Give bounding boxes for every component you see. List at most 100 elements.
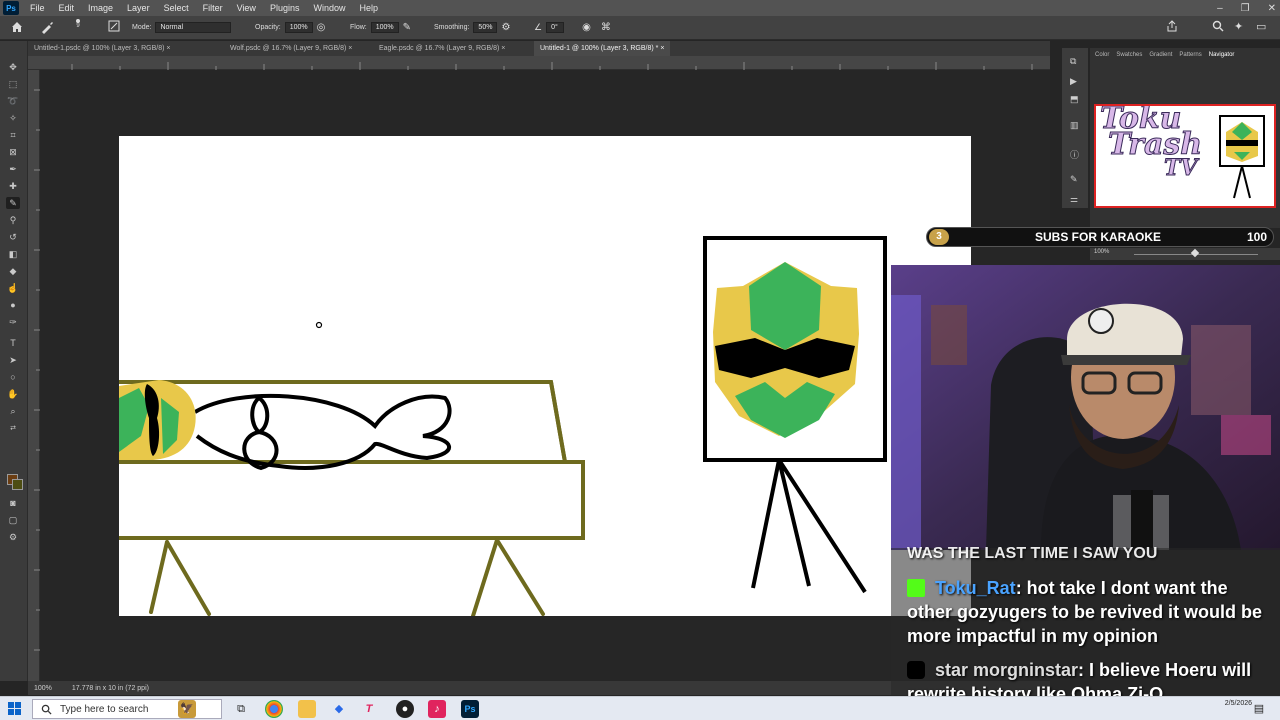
background-color-swatch[interactable] [12, 479, 23, 490]
brush-settings-icon[interactable] [108, 20, 120, 32]
screen-mode-icon[interactable]: ▢ [6, 514, 20, 526]
flow-input[interactable]: 100% [370, 22, 399, 33]
mode-select[interactable]: Normal [155, 22, 232, 33]
menu-edit[interactable]: Edit [52, 3, 82, 13]
eraser-tool-icon[interactable]: ◧ [6, 248, 20, 260]
brush-size-picker[interactable]: 9 [76, 19, 80, 29]
type-tool-icon[interactable]: T [6, 337, 20, 349]
smudge-tool-icon[interactable]: ☝ [6, 282, 20, 294]
opacity-input[interactable]: 100% [284, 22, 313, 33]
share-icon[interactable] [1166, 20, 1178, 32]
home-icon[interactable] [10, 20, 24, 34]
history-brush-tool-icon[interactable]: ↺ [6, 231, 20, 243]
menu-select[interactable]: Select [157, 3, 196, 13]
windows-taskbar: Type here to search 🦅 ⧉ ◆ T ● ♪ Ps 2/5/2… [0, 696, 1280, 720]
navigator-preview[interactable]: Toku Trash TV [1094, 104, 1276, 208]
brush-size-value: 9 [76, 23, 80, 29]
edit-toolbar-icon[interactable]: ⚙ [6, 531, 20, 543]
zoom-tool-icon[interactable]: ⌕ [6, 405, 20, 417]
opacity-pressure-icon[interactable]: ◎ [317, 22, 326, 33]
frame-tool-icon[interactable]: ⊠ [6, 146, 20, 158]
tab-gradient[interactable]: Gradient [1149, 52, 1172, 62]
pressure-size-icon[interactable]: ◉ [582, 22, 591, 33]
photoshop-taskbar-icon[interactable]: Ps [461, 700, 479, 718]
menu-file[interactable]: File [23, 3, 52, 13]
tab-untitled-1-psdc[interactable]: Untitled-1.psdc @ 100% (Layer 3, RGB/8) … [28, 41, 176, 56]
close-button[interactable]: ✕ [1268, 3, 1276, 14]
task-view-icon[interactable]: ⧉ [232, 700, 250, 718]
tab-swatches[interactable]: Swatches [1116, 52, 1142, 62]
chrome-icon[interactable] [265, 700, 283, 718]
clone-stamp-tool-icon[interactable]: ⚲ [6, 214, 20, 226]
menu-layer[interactable]: Layer [120, 3, 157, 13]
menu-plugins[interactable]: Plugins [263, 3, 307, 13]
dodge-tool-icon[interactable]: ● [6, 299, 20, 311]
document-size: 17.778 in x 10 in (72 ppi) [71, 684, 149, 692]
search-placeholder: Type here to search [60, 703, 149, 715]
smoothing-gear-icon[interactable]: ⚙ [501, 22, 510, 33]
brush-settings-panel-icon[interactable]: ✎ [1070, 174, 1078, 185]
discover-icon[interactable]: ✦ [1234, 20, 1243, 33]
brush-tool-preset-icon[interactable] [40, 20, 54, 34]
tab-color[interactable]: Color [1095, 52, 1109, 62]
subs-goal-bar: 3 SUBS FOR KARAOKE 100 [926, 227, 1274, 247]
smoothing-input[interactable]: 50% [473, 22, 498, 33]
actions-play-icon[interactable]: ▶ [1070, 76, 1077, 87]
restore-button[interactable]: ❐ [1241, 3, 1250, 14]
window-controls: – ❐ ✕ [1217, 0, 1276, 16]
tab-patterns[interactable]: Patterns [1179, 52, 1201, 62]
menu-window[interactable]: Window [306, 3, 352, 13]
stamp-panel-icon[interactable]: ⬒ [1070, 94, 1079, 105]
info-panel-icon[interactable]: ⓘ [1070, 148, 1079, 161]
file-explorer-icon[interactable] [298, 700, 316, 718]
zoom-level[interactable]: 100% [34, 685, 52, 692]
menu-view[interactable]: View [230, 3, 263, 13]
pen-tool-icon[interactable]: ✑ [6, 316, 20, 328]
paint-bucket-tool-icon[interactable]: ◆ [6, 265, 20, 277]
tab-untitled-1-active[interactable]: Untitled-1 @ 100% (Layer 3, RGB/8) * × [534, 41, 671, 56]
obs-icon[interactable]: ● [396, 700, 414, 718]
tiktok-live-icon[interactable]: ♪ [428, 700, 446, 718]
document-canvas[interactable] [119, 136, 971, 616]
notifications-icon[interactable]: ▤ [1250, 700, 1268, 718]
search-highlight-icon[interactable]: 🦅 [178, 700, 196, 718]
chat-username: Toku_Rat [935, 578, 1016, 598]
tab-eagle[interactable]: Eagle.psdc @ 16.7% (Layer 9, RGB/8) × [373, 41, 511, 56]
navigator-mask-thumb [1219, 115, 1265, 199]
swap-colors-icon[interactable]: ⇄ [6, 423, 20, 435]
workspace-icon[interactable]: ▭ [1256, 20, 1266, 33]
streaming-app-icon[interactable]: ◆ [330, 700, 348, 718]
brush-tool-icon[interactable]: ✎ [6, 197, 20, 209]
navigator-zoom-bar: 100% [1090, 248, 1280, 260]
move-tool-icon[interactable]: ✥ [6, 61, 20, 73]
system-clock[interactable]: 2/5/2026 [1225, 699, 1252, 708]
angle-input[interactable]: 0° [546, 22, 565, 33]
menu-image[interactable]: Image [81, 3, 120, 13]
airbrush-icon[interactable]: ✎ [403, 22, 411, 33]
navigator-zoom-handle[interactable] [1190, 248, 1200, 258]
text-app-icon[interactable]: T [360, 700, 378, 718]
minimize-button[interactable]: – [1217, 3, 1223, 14]
crop-tool-icon[interactable]: ⌗ [6, 129, 20, 141]
quick-mask-icon[interactable]: ◙ [6, 497, 20, 509]
adjustments-panel-icon[interactable]: ⚌ [1070, 194, 1078, 205]
eyedropper-tool-icon[interactable]: ✒ [6, 163, 20, 175]
brushes-panel-icon[interactable]: ▥ [1070, 120, 1079, 131]
hand-tool-icon[interactable]: ✋ [6, 388, 20, 400]
marquee-tool-icon[interactable]: ⬚ [6, 78, 20, 90]
healing-brush-tool-icon[interactable]: ✚ [6, 180, 20, 192]
search-icon[interactable] [1212, 20, 1224, 32]
tab-wolf[interactable]: Wolf.psdc @ 16.7% (Layer 9, RGB/8) × [224, 41, 358, 56]
symmetry-icon[interactable]: ⌘ [601, 22, 611, 33]
history-panel-icon[interactable]: ⧉ [1070, 56, 1076, 67]
quick-select-tool-icon[interactable]: ✧ [6, 112, 20, 124]
brush-cursor-icon [315, 321, 323, 329]
mode-label: Mode: [132, 24, 152, 31]
tab-navigator[interactable]: Navigator [1209, 52, 1235, 62]
menu-filter[interactable]: Filter [196, 3, 230, 13]
windows-start-icon[interactable] [8, 702, 22, 716]
menu-help[interactable]: Help [352, 3, 385, 13]
path-selection-tool-icon[interactable]: ➤ [6, 354, 20, 366]
shape-tool-icon[interactable]: ○ [6, 371, 20, 383]
lasso-tool-icon[interactable]: ➰ [6, 95, 20, 107]
